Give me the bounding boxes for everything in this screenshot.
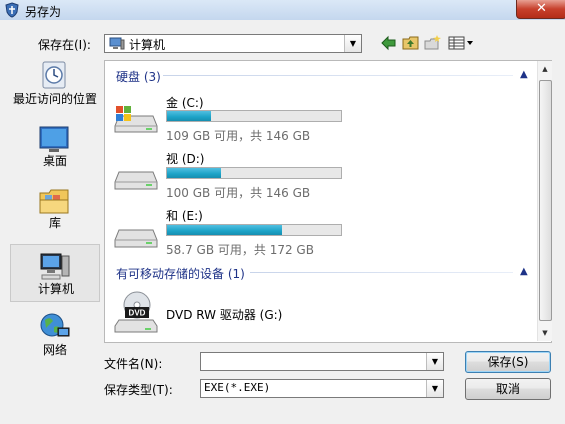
scroll-up-icon[interactable]: ▲ bbox=[538, 61, 552, 77]
filetype-dropdown[interactable]: EXE(*.EXE) ▼ bbox=[200, 379, 444, 398]
vertical-scrollbar[interactable]: ▲ ▼ bbox=[537, 61, 552, 341]
group-divider bbox=[163, 75, 513, 76]
drive-e-name[interactable]: 和 (E:) bbox=[166, 207, 203, 224]
chevron-down-icon[interactable]: ▼ bbox=[344, 35, 361, 52]
scroll-down-icon[interactable]: ▼ bbox=[538, 325, 552, 341]
place-network-label: 网络 bbox=[42, 343, 67, 357]
drive-d-name[interactable]: 视 (D:) bbox=[166, 150, 204, 167]
filetype-value: EXE(*.EXE) bbox=[204, 381, 271, 394]
place-libraries[interactable]: 库 bbox=[10, 184, 100, 234]
close-button[interactable]: ✕ bbox=[516, 0, 565, 19]
hard-drive-icon bbox=[114, 171, 158, 190]
drive-d-usage-fill bbox=[167, 168, 221, 178]
drive-e-usage-fill bbox=[167, 225, 282, 235]
new-folder-icon[interactable] bbox=[424, 34, 442, 52]
cancel-button[interactable]: 取消 bbox=[465, 378, 551, 400]
chevron-down-icon[interactable]: ▼ bbox=[426, 380, 443, 397]
location-value: 计算机 bbox=[129, 38, 166, 52]
drive-c-name[interactable]: 金 (C:) bbox=[166, 94, 204, 111]
group-header-hdd[interactable]: 硬盘 (3) bbox=[116, 68, 161, 85]
place-recent-label: 最近访问的位置 bbox=[12, 92, 97, 106]
drive-c-usage-fill bbox=[167, 111, 211, 121]
group-divider bbox=[250, 272, 513, 273]
shield-app-icon bbox=[5, 2, 19, 18]
scroll-thumb[interactable] bbox=[539, 80, 552, 321]
window-title: 另存为 bbox=[25, 5, 62, 19]
place-desktop[interactable]: 桌面 bbox=[10, 124, 100, 172]
libraries-icon bbox=[39, 189, 69, 214]
network-icon bbox=[40, 313, 70, 337]
save-in-label: 保存在(I): bbox=[38, 38, 91, 52]
computer-icon bbox=[40, 253, 70, 280]
recent-places-icon bbox=[42, 61, 66, 89]
drive-e-size: 58.7 GB 可用，共 172 GB bbox=[166, 243, 314, 257]
place-libraries-label: 库 bbox=[48, 216, 61, 230]
view-menu-icon[interactable] bbox=[448, 34, 476, 52]
drive-c-usage-bar bbox=[166, 110, 342, 122]
dvd-drive-name[interactable]: DVD RW 驱动器 (G:) bbox=[166, 306, 282, 323]
drive-d-usage-bar bbox=[166, 167, 342, 179]
filetype-label: 保存类型(T): bbox=[104, 383, 173, 397]
back-icon[interactable] bbox=[380, 34, 398, 52]
drive-c-size: 109 GB 可用，共 146 GB bbox=[166, 129, 311, 143]
up-folder-icon[interactable] bbox=[402, 34, 420, 52]
group-header-removable[interactable]: 有可移动存储的设备 (1) bbox=[116, 265, 245, 282]
location-dropdown[interactable]: 计算机 ▼ bbox=[104, 34, 362, 53]
save-button[interactable]: 保存(S) bbox=[465, 351, 551, 373]
place-computer-label: 计算机 bbox=[37, 282, 74, 296]
filename-input[interactable]: ▼ bbox=[200, 352, 444, 371]
desktop-icon bbox=[39, 126, 69, 152]
chevron-down-icon[interactable]: ▼ bbox=[426, 353, 443, 370]
place-network[interactable]: 网络 bbox=[10, 310, 100, 358]
title-bar[interactable]: 另存为 ✕ bbox=[0, 0, 565, 20]
dvd-drive-icon: DVD bbox=[114, 291, 158, 333]
save-as-dialog: 另存为 ✕ 保存在(I): 计算机 ▼ 最近访问的位置 桌面 库 计算机 网络 … bbox=[0, 0, 565, 424]
hard-drive-icon bbox=[114, 229, 158, 248]
place-desktop-label: 桌面 bbox=[42, 154, 67, 168]
place-recent[interactable]: 最近访问的位置 bbox=[10, 60, 100, 120]
dvd-icon-text: DVD bbox=[129, 309, 146, 318]
computer-small-icon bbox=[109, 37, 125, 50]
system-drive-icon bbox=[114, 106, 158, 133]
filename-label: 文件名(N): bbox=[104, 357, 163, 371]
drive-d-size: 100 GB 可用，共 146 GB bbox=[166, 186, 311, 200]
drive-e-usage-bar bbox=[166, 224, 342, 236]
place-computer[interactable]: 计算机 bbox=[10, 244, 100, 302]
collapse-chevron-icon[interactable]: ▲ bbox=[520, 266, 528, 277]
collapse-chevron-icon[interactable]: ▲ bbox=[520, 69, 528, 80]
